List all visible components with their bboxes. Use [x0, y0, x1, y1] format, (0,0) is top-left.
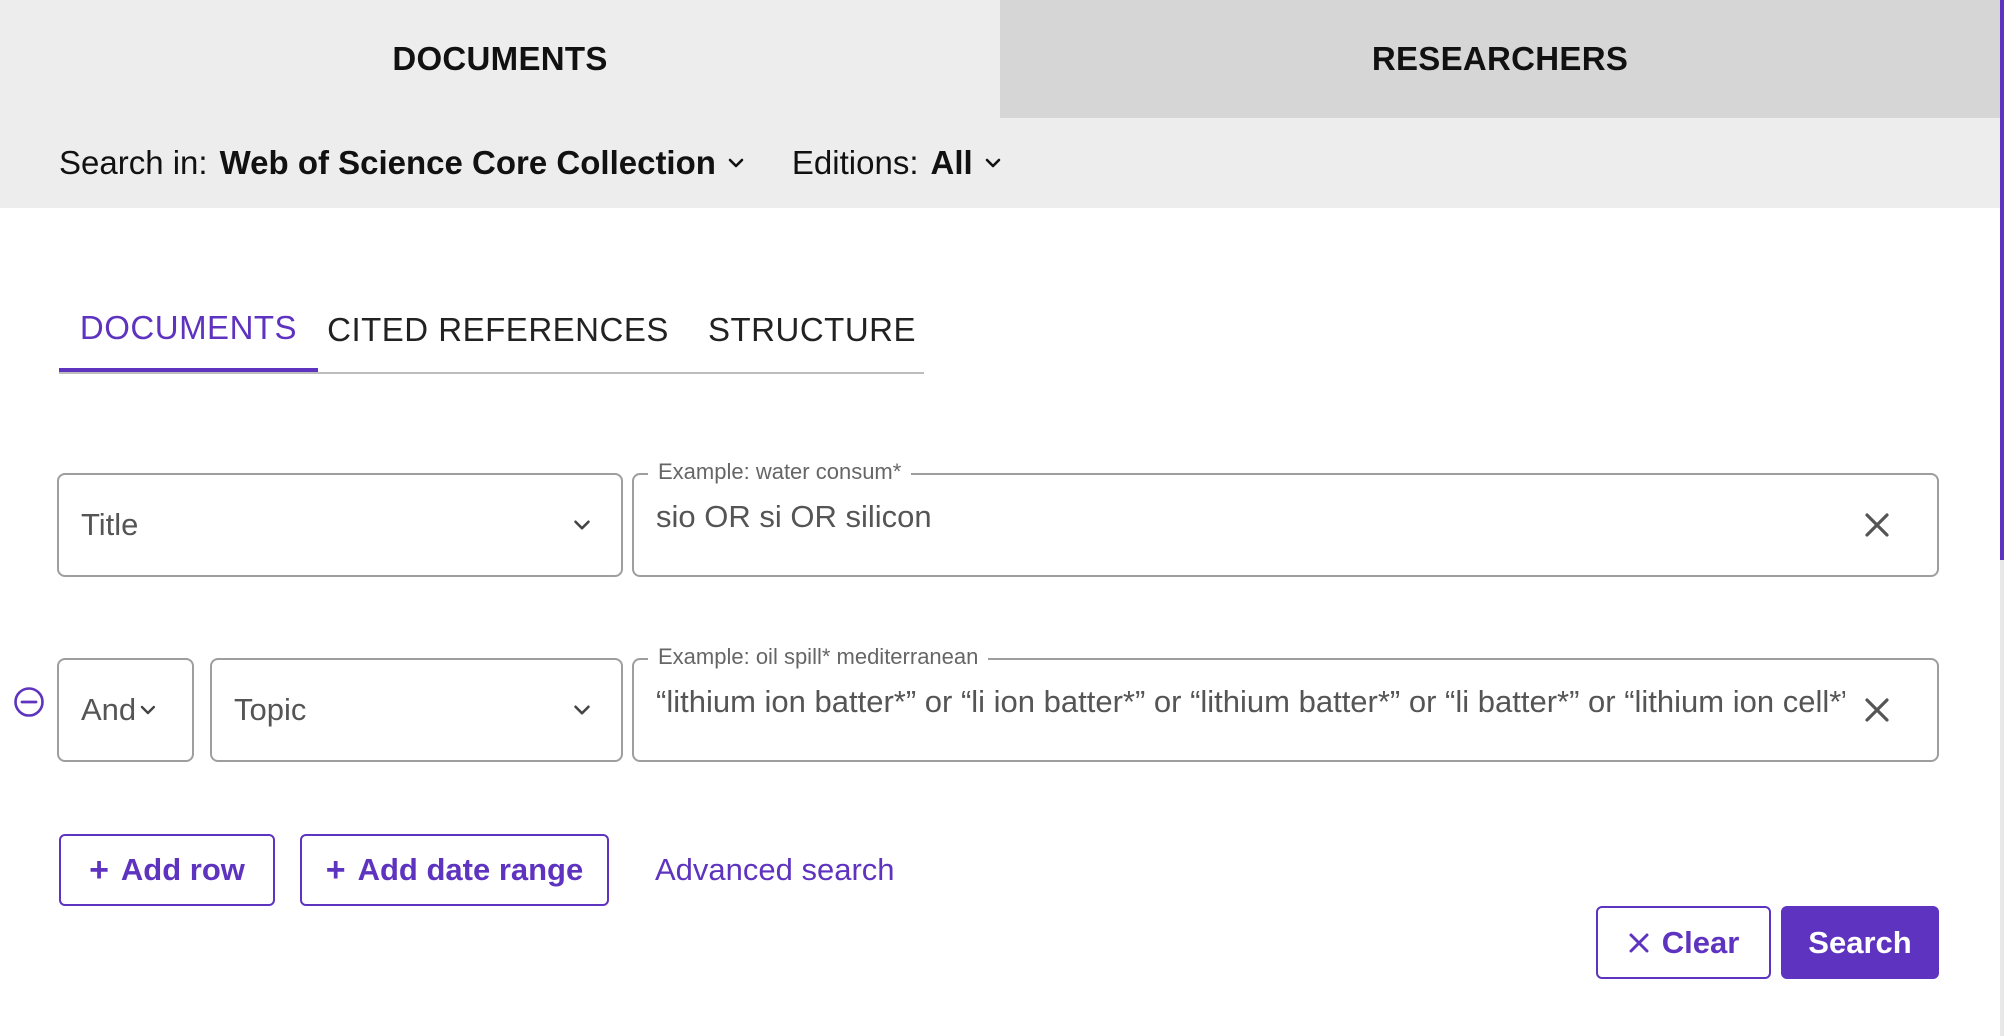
- chevron-down-icon: [574, 520, 590, 530]
- field-select-row1[interactable]: Title: [57, 473, 623, 577]
- tab-documents[interactable]: DOCUMENTS: [0, 0, 1000, 118]
- add-row-label: Add row: [120, 852, 245, 887]
- query-input-value[interactable]: sio OR si OR silicon: [656, 499, 1845, 535]
- top-tabs: DOCUMENTS RESEARCHERS: [0, 0, 2004, 118]
- editions-dropdown[interactable]: All: [931, 144, 1005, 182]
- plus-icon: +: [325, 850, 346, 889]
- input-example-label: Example: oil spill* mediterranean: [648, 644, 989, 670]
- advanced-search-link[interactable]: Advanced search: [655, 852, 895, 888]
- plus-icon: +: [89, 850, 109, 889]
- search-in-dropdown[interactable]: Web of Science Core Collection: [220, 144, 748, 182]
- close-icon[interactable]: [1861, 694, 1893, 726]
- editions-label: Editions:: [791, 144, 919, 181]
- query-input-value[interactable]: “lithium ion batter*” or “li ion batter*…: [656, 684, 1845, 720]
- close-icon: [1629, 933, 1649, 952]
- query-input-row2[interactable]: Example: oil spill* mediterranean “lithi…: [632, 644, 1939, 762]
- editions-value: All: [930, 144, 973, 181]
- search-type-tabs: DOCUMENTS CITED REFERENCES STRUCTURE: [59, 290, 924, 374]
- search-in-value: Web of Science Core Collection: [219, 144, 716, 181]
- operator-value: And: [81, 692, 137, 727]
- clear-button[interactable]: Clear: [1596, 906, 1771, 979]
- chevron-down-icon: [985, 158, 1000, 168]
- chevron-down-icon: [728, 158, 744, 168]
- tab-structure[interactable]: STRUCTURE: [678, 288, 924, 372]
- query-input-row1[interactable]: Example: water consum* sio OR si OR sili…: [632, 459, 1939, 577]
- chevron-down-icon: [140, 705, 156, 715]
- add-date-range-button[interactable]: + Add date range: [300, 834, 609, 906]
- field-select-row2[interactable]: Topic: [210, 658, 623, 762]
- search-button[interactable]: Search: [1781, 906, 1939, 979]
- remove-row-icon[interactable]: [13, 686, 45, 718]
- close-icon[interactable]: [1861, 509, 1893, 541]
- operator-select-row2[interactable]: And: [57, 658, 194, 762]
- add-date-range-label: Add date range: [357, 852, 584, 887]
- add-row-button[interactable]: + Add row: [59, 834, 275, 906]
- field-select-value: Title: [81, 507, 139, 542]
- input-example-label: Example: water consum*: [648, 459, 912, 485]
- tab-cited-references[interactable]: CITED REFERENCES: [318, 288, 678, 372]
- search-scope-bar: Search in: Web of Science Core Collectio…: [0, 118, 2000, 208]
- search-in-label: Search in:: [59, 144, 208, 181]
- clear-label: Clear: [1661, 924, 1740, 960]
- chevron-down-icon: [574, 705, 590, 715]
- tab-researchers[interactable]: RESEARCHERS: [1000, 0, 2000, 118]
- tab-documents-search[interactable]: DOCUMENTS: [59, 288, 318, 372]
- scrollbar-thumb[interactable]: [2000, 0, 2004, 560]
- field-select-value: Topic: [234, 692, 307, 727]
